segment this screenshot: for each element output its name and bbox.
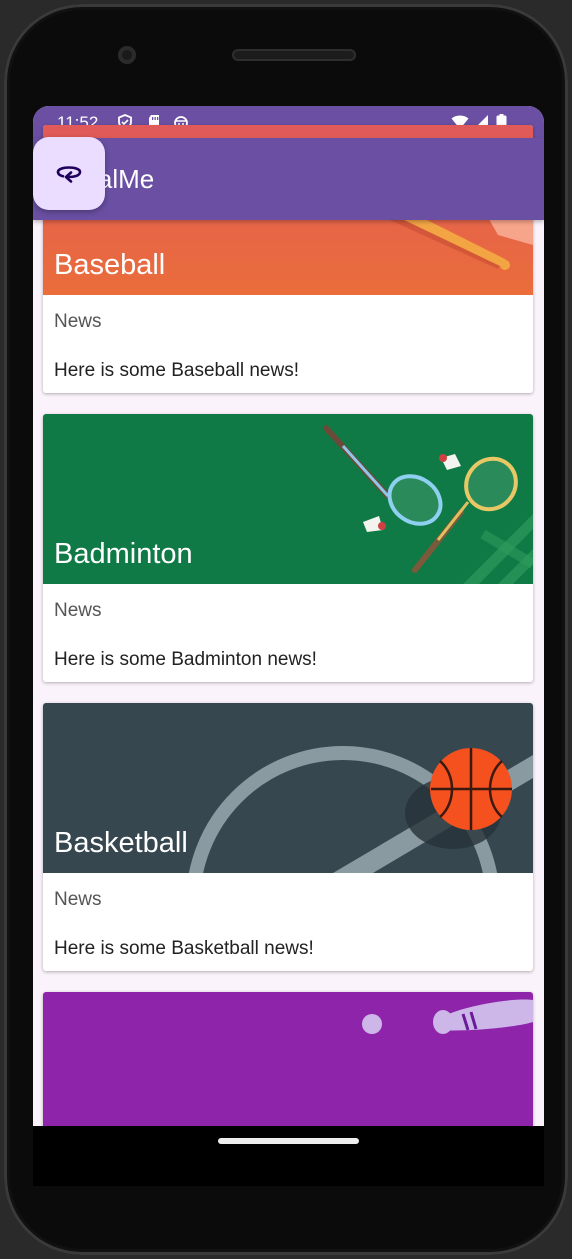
- app-screen: 11:52 erialMe Baseball News Here is some…: [33, 106, 544, 1126]
- sport-title: Basketball: [54, 827, 188, 859]
- bowling-banner-image: [43, 992, 533, 1126]
- sport-subtitle: News: [54, 311, 102, 332]
- sport-subtitle: News: [54, 600, 102, 621]
- sport-card-bowling[interactable]: [43, 992, 533, 1126]
- rotate-button[interactable]: [33, 137, 105, 210]
- front-camera: [118, 46, 136, 64]
- rotate-icon: [56, 166, 82, 183]
- sport-title: Baseball: [54, 249, 166, 281]
- sport-card-badminton[interactable]: Badminton News Here is some Badminton ne…: [43, 414, 533, 682]
- sport-news: Here is some Badminton news!: [54, 649, 317, 670]
- sport-subtitle: News: [54, 889, 102, 910]
- earpiece-speaker: [232, 49, 356, 61]
- sport-news: Here is some Baseball news!: [54, 360, 299, 381]
- sport-title: Badminton: [54, 538, 193, 570]
- sport-card-basketball[interactable]: Basketball News Here is some Basketball …: [43, 703, 533, 971]
- sport-news: Here is some Basketball news!: [54, 938, 314, 959]
- app-bar: erialMe: [33, 138, 544, 220]
- home-gesture-handle[interactable]: [218, 1138, 359, 1144]
- navigation-bar: [33, 1126, 544, 1186]
